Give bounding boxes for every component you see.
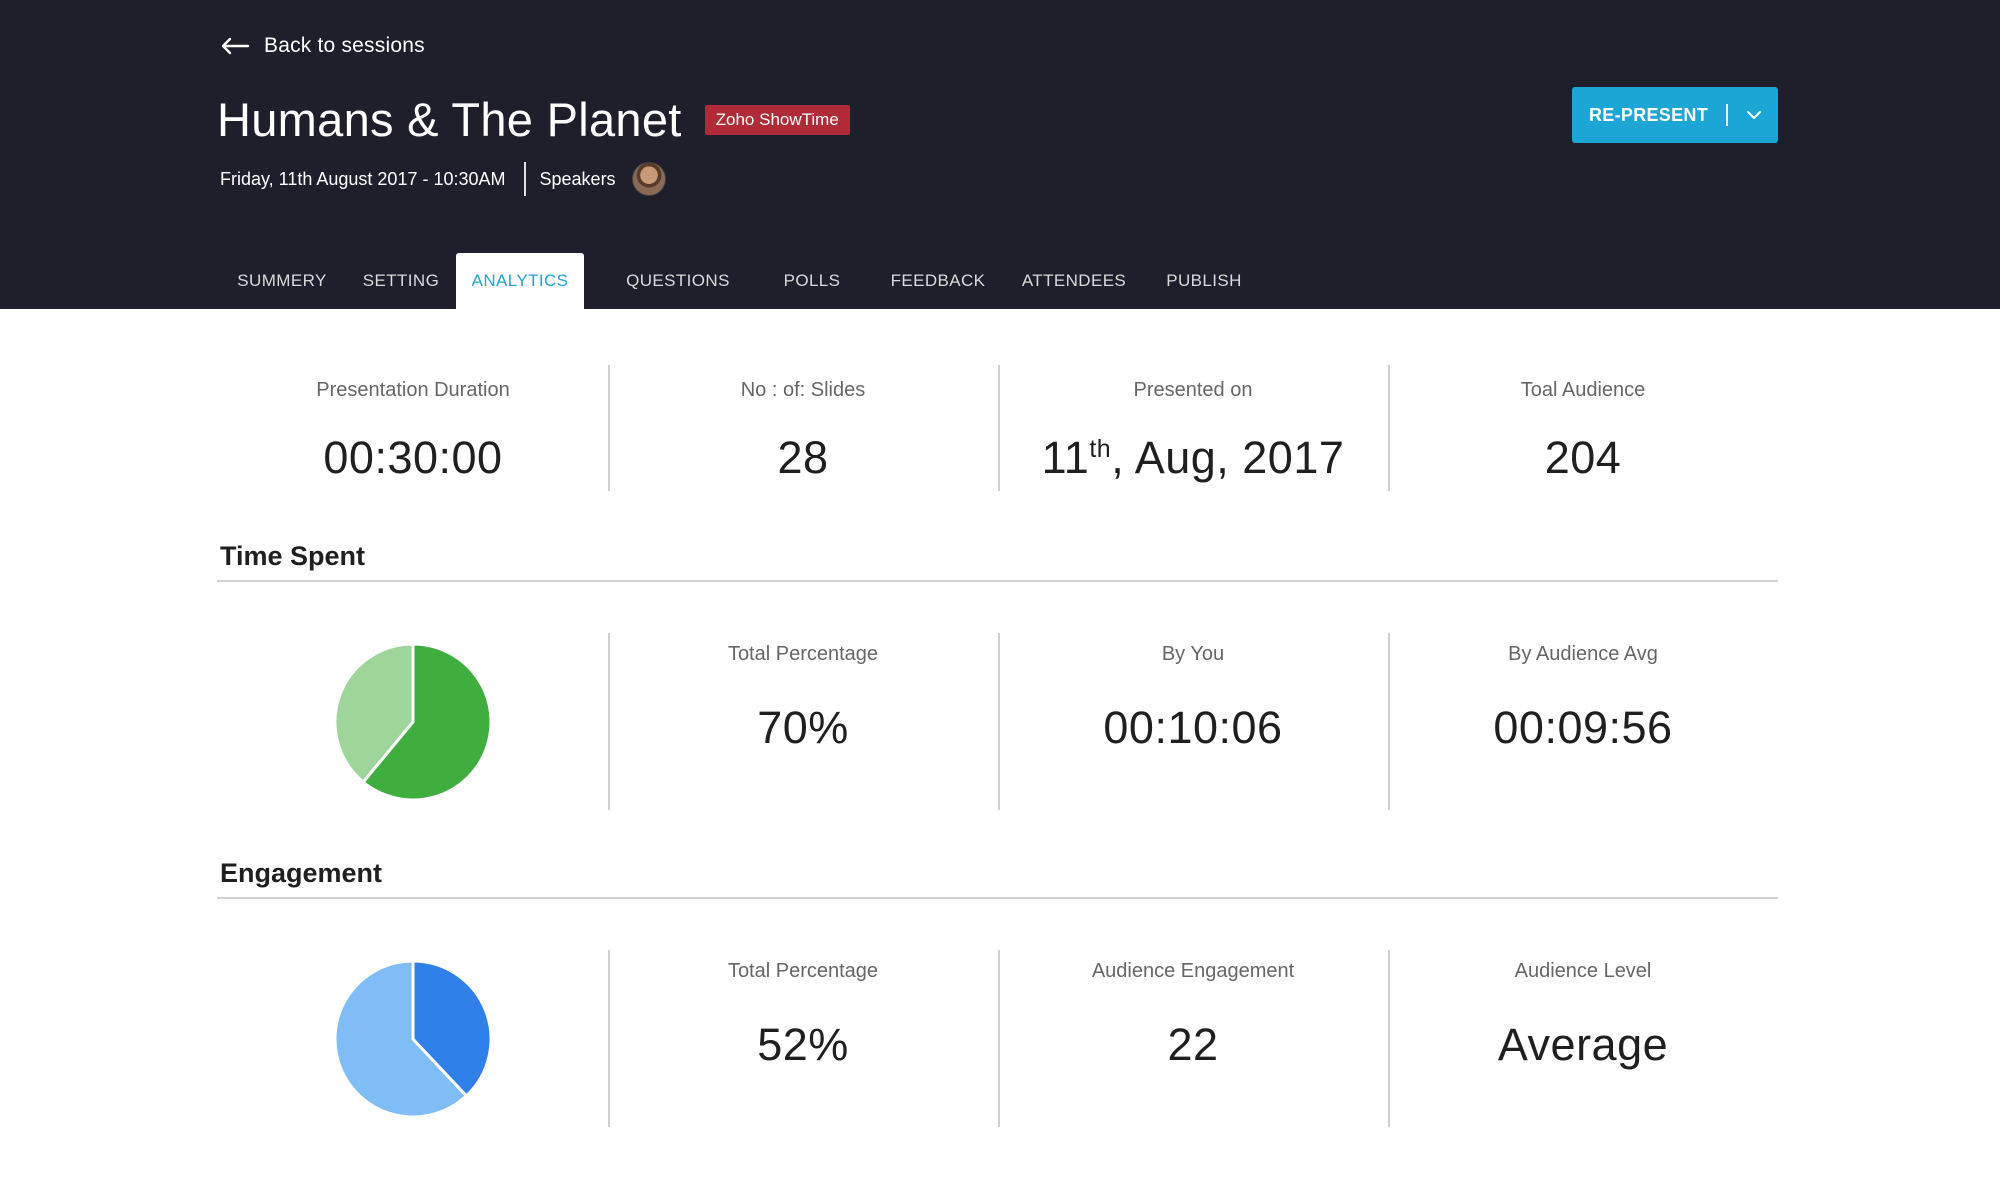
stat-value: 00:30:00 bbox=[323, 432, 503, 483]
stat-audience-engagement: Audience Engagement 22 bbox=[998, 950, 1388, 1127]
tab-publish[interactable]: PUBLISH bbox=[1152, 253, 1256, 309]
title-row: Humans & The Planet Zoho ShowTime bbox=[217, 92, 850, 147]
stat-label: Total Percentage bbox=[727, 643, 879, 665]
session-datetime: Friday, 11th August 2017 - 10:30AM bbox=[220, 168, 506, 189]
stat-value: 00:09:56 bbox=[1493, 702, 1673, 753]
section-divider bbox=[217, 897, 1778, 899]
stat-label: Presentation Duration bbox=[316, 379, 510, 401]
stat-value: 22 bbox=[1167, 1019, 1219, 1070]
arrow-left-icon bbox=[221, 37, 250, 55]
stat-value: 00:10:06 bbox=[1103, 702, 1283, 753]
back-to-sessions-link[interactable]: Back to sessions bbox=[220, 32, 425, 60]
stat-by-audience-avg: By Audience Avg 00:09:56 bbox=[1388, 633, 1778, 810]
speaker-avatar[interactable] bbox=[631, 162, 666, 196]
page-title: Humans & The Planet bbox=[217, 93, 682, 146]
tab-polls[interactable]: POLLS bbox=[760, 253, 864, 309]
section-divider bbox=[217, 580, 1778, 582]
time-spent-stats: Total Percentage 70% By You 00:10:06 By … bbox=[218, 633, 1778, 810]
re-present-button[interactable]: RE-PRESENT bbox=[1572, 87, 1778, 143]
engagement-title: Engagement bbox=[220, 858, 383, 888]
stat-label: Total Percentage bbox=[727, 960, 879, 982]
meta-divider bbox=[523, 162, 526, 196]
stat-audience-level: Audience Level Average bbox=[1388, 950, 1778, 1127]
tab-summery[interactable]: SUMMERY bbox=[218, 253, 346, 309]
date-rest: , Aug, 2017 bbox=[1111, 432, 1345, 483]
re-present-label: RE-PRESENT bbox=[1589, 104, 1709, 125]
stat-by-you: By You 00:10:06 bbox=[998, 633, 1388, 810]
time-spent-pie-chart bbox=[333, 641, 493, 801]
overview-stats: Presentation Duration 00:30:00 No : of: … bbox=[218, 365, 1778, 491]
tab-attendees[interactable]: ATTENDEES bbox=[1012, 253, 1136, 309]
back-link-label: Back to sessions bbox=[264, 34, 425, 57]
stat-value: 52% bbox=[757, 1019, 849, 1070]
stat-total-percentage: Total Percentage 52% bbox=[608, 950, 998, 1127]
chevron-down-icon[interactable] bbox=[1746, 109, 1762, 121]
stat-value: 11th, Aug, 2017 bbox=[998, 432, 1388, 484]
date-ordinal: th bbox=[1089, 435, 1112, 463]
stat-duration: Presentation Duration 00:30:00 bbox=[218, 365, 608, 491]
stat-value: 70% bbox=[757, 702, 849, 753]
button-separator bbox=[1726, 104, 1729, 126]
tab-feedback[interactable]: FEEDBACK bbox=[878, 253, 998, 309]
stat-label: Toal Audience bbox=[1520, 379, 1646, 401]
stat-label: By You bbox=[1161, 643, 1225, 665]
stat-total-percentage: Total Percentage 70% bbox=[608, 633, 998, 810]
engagement-pie-chart bbox=[333, 958, 493, 1118]
tab-analytics[interactable]: ANALYTICS bbox=[456, 253, 584, 309]
time-spent-pie bbox=[218, 633, 608, 810]
speakers-label: Speakers bbox=[539, 168, 616, 189]
session-header: Back to sessions Humans & The Planet Zoh… bbox=[0, 0, 2000, 309]
stat-label: By Audience Avg bbox=[1508, 643, 1658, 665]
stat-label: Presented on bbox=[1133, 379, 1253, 401]
stat-slides: No : of: Slides 28 bbox=[608, 365, 998, 491]
stat-value: 204 bbox=[1544, 432, 1622, 483]
stat-total-audience: Toal Audience 204 bbox=[1388, 365, 1778, 491]
stat-value: 28 bbox=[777, 432, 829, 483]
tab-setting[interactable]: SETTING bbox=[346, 253, 456, 309]
stat-value: Average bbox=[1497, 1019, 1669, 1070]
stat-label: Audience Engagement bbox=[1091, 960, 1295, 982]
product-badge: Zoho ShowTime bbox=[704, 104, 850, 135]
date-day: 11 bbox=[1041, 432, 1090, 483]
engagement-stats: Total Percentage 52% Audience Engagement… bbox=[218, 950, 1778, 1127]
engagement-pie bbox=[218, 950, 608, 1127]
stat-label: No : of: Slides bbox=[740, 379, 866, 401]
time-spent-title: Time Spent bbox=[220, 541, 366, 571]
tab-questions[interactable]: QUESTIONS bbox=[626, 253, 730, 309]
session-tabs: SUMMERY SETTING ANALYTICS QUESTIONS POLL… bbox=[218, 253, 1256, 309]
stat-label: Audience Level bbox=[1514, 960, 1652, 982]
session-meta: Friday, 11th August 2017 - 10:30AM Speak… bbox=[220, 162, 666, 196]
stat-presented-on: Presented on 11th, Aug, 2017 bbox=[998, 365, 1388, 491]
